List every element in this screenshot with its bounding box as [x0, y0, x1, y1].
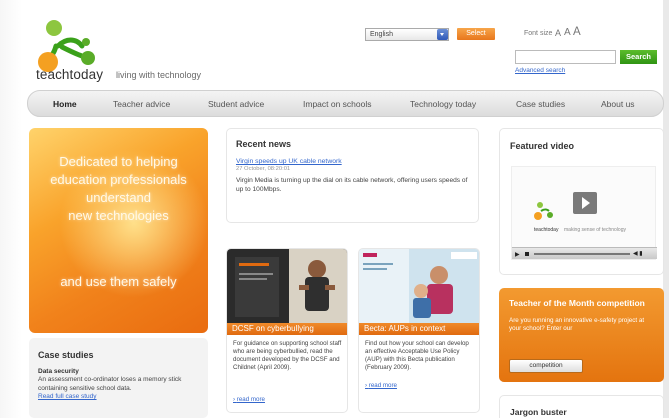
nav-item-case-studies[interactable]: Case studies	[516, 99, 565, 109]
chevron-down-icon	[437, 29, 448, 40]
stop-icon[interactable]	[525, 252, 529, 256]
nav-item-student-advice[interactable]: Student advice	[208, 99, 264, 109]
language-select[interactable]: English	[365, 28, 449, 41]
case-study-item-title: Data security	[38, 368, 79, 375]
card-dcsf-cyberbullying[interactable]: DCSF on cyberbullying For guidance on su…	[226, 248, 348, 413]
video-tagline: making sense of technology	[564, 227, 626, 233]
recent-news-title: Recent news	[236, 139, 292, 149]
cyberbullying-document-image	[227, 249, 347, 323]
play-control-icon[interactable]: ▶	[515, 251, 520, 258]
play-icon[interactable]	[573, 192, 597, 214]
nav-item-teacher-advice[interactable]: Teacher advice	[113, 99, 170, 109]
competition-button[interactable]: competition	[509, 359, 583, 373]
card-text: For guidance on supporting school staff …	[233, 340, 342, 371]
search-button[interactable]: Search	[620, 50, 657, 64]
case-study-item-text: An assessment co-ordinator loses a memor…	[38, 376, 182, 392]
nav-item-about-us[interactable]: About us	[601, 99, 635, 109]
teacher-of-the-month-text: Are you running an innovative e-safety p…	[509, 317, 645, 332]
hero-subline: and use them safely	[60, 274, 177, 289]
featured-video-title: Featured video	[510, 141, 575, 151]
featured-video-panel: Featured video teachtoday making sense o…	[499, 128, 664, 275]
volume-icon[interactable]: ◀ ▮	[633, 250, 643, 257]
jargon-buster-title: Jargon buster	[510, 407, 567, 417]
font-size-small-button[interactable]: A	[555, 28, 561, 38]
brand-tagline: living with technology	[116, 70, 202, 80]
read-more-link[interactable]: › read more	[233, 396, 265, 403]
nav-item-technology-today[interactable]: Technology today	[410, 99, 476, 109]
advanced-search-link[interactable]: Advanced search	[515, 67, 565, 74]
nav-item-home[interactable]: Home	[53, 99, 77, 109]
page-left-border	[0, 0, 22, 418]
card-title[interactable]: Becta: AUPs in context	[359, 323, 479, 335]
search-input[interactable]	[515, 50, 616, 64]
case-studies-title: Case studies	[38, 350, 94, 360]
news-headline-link[interactable]: Virgin speeds up UK cable network	[236, 158, 469, 165]
font-size-label: Font size	[524, 30, 553, 37]
video-brand: teachtoday	[534, 227, 559, 233]
hero-banner[interactable]: Dedicated to helping education professio…	[29, 128, 208, 333]
hero-line: understand	[85, 190, 152, 205]
language-select-button[interactable]: Select	[457, 28, 495, 40]
card-becta-aups[interactable]: Becta: AUPs in context Find out how your…	[358, 248, 480, 413]
hero-headline: Dedicated to helping education professio…	[29, 153, 208, 225]
recent-news-panel: Recent news Virgin speeds up UK cable ne…	[226, 128, 479, 223]
news-date: 27 October, 08:20:01	[236, 166, 291, 172]
news-summary: Virgin Media is turning up the dial on i…	[236, 177, 468, 193]
main-nav: Home Teacher advice Student advice Impac…	[27, 90, 664, 117]
teacher-of-the-month-title: Teacher of the Month competition	[509, 298, 645, 308]
font-size-medium-button[interactable]: A	[564, 27, 571, 38]
language-selected-value: English	[370, 31, 393, 38]
card-text: Find out how your school can develop an …	[365, 340, 469, 371]
hero-line: education professionals	[50, 172, 187, 187]
teachtoday-logo-icon	[534, 202, 553, 220]
font-size-large-button[interactable]: A	[573, 26, 581, 38]
hero-line: new technologies	[68, 208, 169, 223]
read-full-case-study-link[interactable]: Read full case study	[38, 393, 199, 400]
read-more-link[interactable]: › read more	[365, 382, 397, 389]
nav-item-impact-on-schools[interactable]: Impact on schools	[303, 99, 372, 109]
video-player[interactable]: teachtoday making sense of technology ▶ …	[511, 166, 657, 260]
case-studies-panel: Case studies Data security An assessment…	[29, 338, 208, 418]
teacher-of-the-month-panel: Teacher of the Month competition Are you…	[499, 288, 664, 382]
video-controls: ▶ ◀ ▮	[512, 247, 657, 259]
brand-name: teachtoday	[36, 67, 104, 82]
read-more-label: read more	[236, 396, 265, 403]
read-more-label: read more	[368, 382, 397, 389]
jargon-buster-panel: Jargon buster	[499, 395, 664, 418]
becta-publication-image	[359, 249, 479, 323]
card-title[interactable]: DCSF on cyberbullying	[227, 323, 347, 335]
video-progress-bar[interactable]	[534, 253, 630, 255]
hero-line: Dedicated to helping	[59, 154, 178, 169]
